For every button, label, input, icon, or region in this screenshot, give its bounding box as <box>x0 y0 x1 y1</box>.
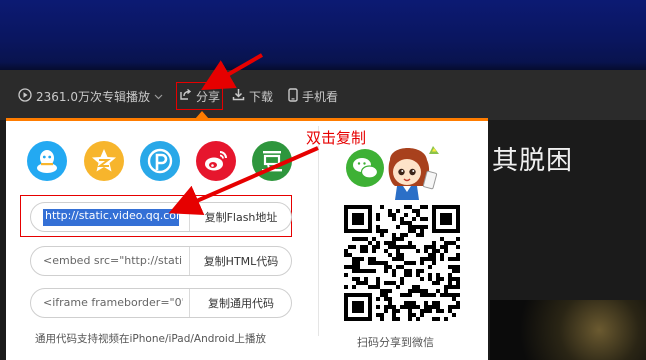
html-code-value[interactable]: <embed src="http://stati <box>43 254 183 270</box>
copy-iframe-button[interactable]: 复制通用代码 <box>189 289 291 317</box>
download-label: 下载 <box>249 89 274 104</box>
copy-flash-button[interactable]: 复制Flash地址 <box>189 203 291 231</box>
share-panel-caret <box>195 111 209 119</box>
download-button[interactable]: 下载 <box>232 86 273 106</box>
share-label: 分享 <box>196 89 221 104</box>
play-count[interactable]: 2361.0万次专辑播放 <box>18 86 163 106</box>
qr-caption: 扫码分享到微信 <box>357 336 434 349</box>
annotation-label: 双击复制 <box>306 129 367 147</box>
pengyou-icon[interactable] <box>140 141 180 181</box>
video-title-fragment: 其脱困 <box>492 146 574 176</box>
phone-icon <box>288 87 298 105</box>
qzone-icon[interactable] <box>84 141 124 181</box>
mobile-watch-button[interactable]: 手机看 <box>288 86 338 106</box>
video-player[interactable] <box>0 0 646 70</box>
video-toolbar: 2361.0万次专辑播放 分享 下载 手机看 <box>0 70 646 120</box>
compatibility-hint: 通用代码支持视频在iPhone/iPad/Android上播放 <box>35 333 266 345</box>
mobile-label: 手机看 <box>302 89 339 104</box>
play-circle-icon <box>18 87 32 105</box>
play-count-label: 2361.0万次专辑播放 <box>36 89 150 104</box>
related-video-thumbnail[interactable] <box>490 300 646 360</box>
mascot-icon <box>388 146 439 200</box>
weibo-icon[interactable] <box>196 141 236 181</box>
wechat-qr-code <box>344 205 460 325</box>
panel-divider <box>318 126 319 336</box>
iframe-code-value[interactable]: <iframe frameborder="0" <box>43 296 183 312</box>
qq-icon[interactable] <box>27 141 67 181</box>
copy-html-button[interactable]: 复制HTML代码 <box>189 247 291 275</box>
wechat-share-header <box>345 142 451 204</box>
download-icon <box>232 88 245 104</box>
flash-url-value[interactable]: http://static.video.qq.com <box>43 209 179 226</box>
douban-icon[interactable] <box>252 141 292 181</box>
wechat-icon <box>346 149 384 187</box>
share-button[interactable]: 分享 <box>176 82 224 110</box>
iframe-code-field[interactable]: <iframe frameborder="0" 复制通用代码 <box>30 288 292 318</box>
share-icon <box>179 88 192 104</box>
flash-url-field[interactable]: http://static.video.qq.com 复制Flash地址 <box>30 202 292 232</box>
video-shadow <box>0 62 646 70</box>
html-code-field[interactable]: <embed src="http://stati 复制HTML代码 <box>30 246 292 276</box>
chevron-down-icon <box>154 89 163 103</box>
